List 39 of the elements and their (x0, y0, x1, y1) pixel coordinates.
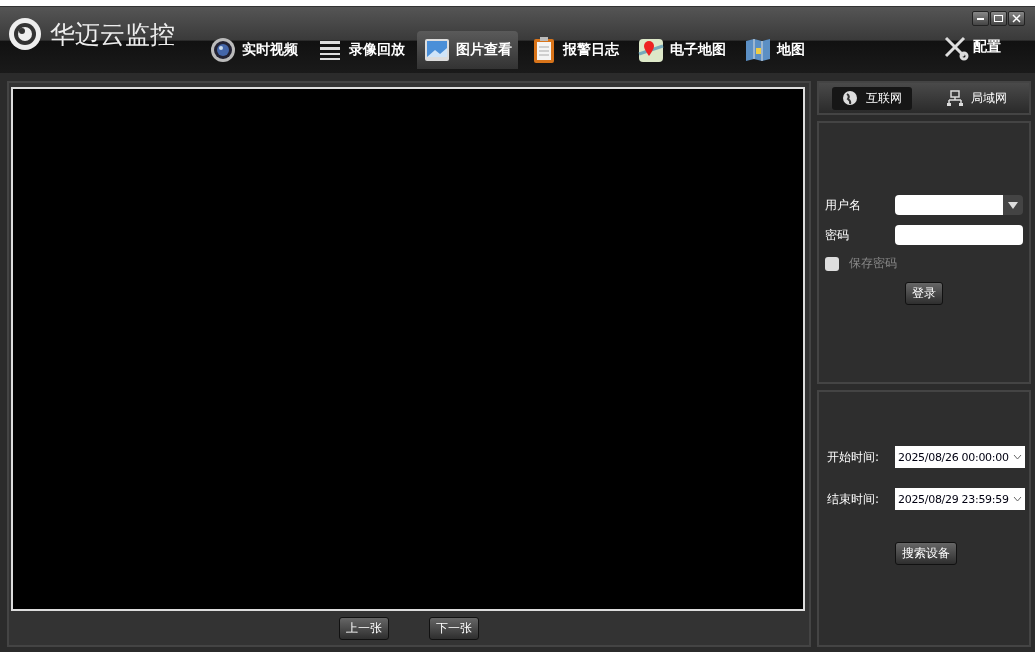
end-time-picker[interactable]: 2025/08/29 23:59:59 (895, 488, 1025, 510)
start-time-label: 开始时间: (827, 448, 880, 466)
search-devices-button[interactable]: 搜索设备 (895, 542, 957, 565)
username-combo[interactable] (895, 195, 1023, 215)
next-button[interactable]: 下一张 (429, 616, 479, 640)
nav-tab[interactable]: 地图 (738, 31, 811, 69)
network-tab[interactable]: 互联网 (831, 86, 912, 110)
map-pin-icon (637, 36, 665, 64)
globe-icon (841, 90, 858, 106)
close-icon (1009, 12, 1024, 25)
app-title: 华迈云监控 (50, 18, 175, 51)
minimize-button[interactable] (972, 11, 989, 26)
end-time-label: 结束时间: (827, 490, 880, 508)
previous-button[interactable]: 上一张 (339, 616, 389, 640)
chevron-down-icon (1013, 454, 1022, 460)
chevron-down-icon (1013, 496, 1022, 502)
maximize-button[interactable] (990, 11, 1007, 26)
remember-checkbox[interactable] (825, 256, 839, 271)
maximize-icon (991, 12, 1006, 25)
password-field[interactable] (895, 225, 1023, 245)
close-button[interactable] (1008, 11, 1025, 26)
password-label: 密码 (825, 226, 849, 244)
start-time-picker[interactable]: 2025/08/26 00:00:00 (895, 446, 1025, 468)
camera-lens-icon (209, 36, 237, 64)
nav-tab[interactable]: 图片查看 (417, 31, 518, 69)
dropdown-arrow-icon (1008, 201, 1018, 209)
nav-tab[interactable]: 实时视频 (203, 31, 304, 69)
nav-tab[interactable]: 录像回放 (310, 31, 411, 69)
network-icon (946, 90, 963, 106)
eye-logo-icon (8, 17, 42, 51)
network-tab[interactable]: 局域网 (936, 86, 1017, 110)
remember-label: 保存密码 (849, 255, 897, 272)
nav-tab[interactable]: 报警日志 (524, 31, 625, 69)
picture-icon (423, 36, 451, 64)
login-button[interactable]: 登录 (905, 282, 943, 305)
username-label: 用户名 (825, 196, 861, 214)
nav-tab[interactable]: 电子地图 (631, 31, 732, 69)
folded-map-icon (744, 36, 772, 64)
settings-button[interactable]: 配置 (937, 29, 1005, 65)
